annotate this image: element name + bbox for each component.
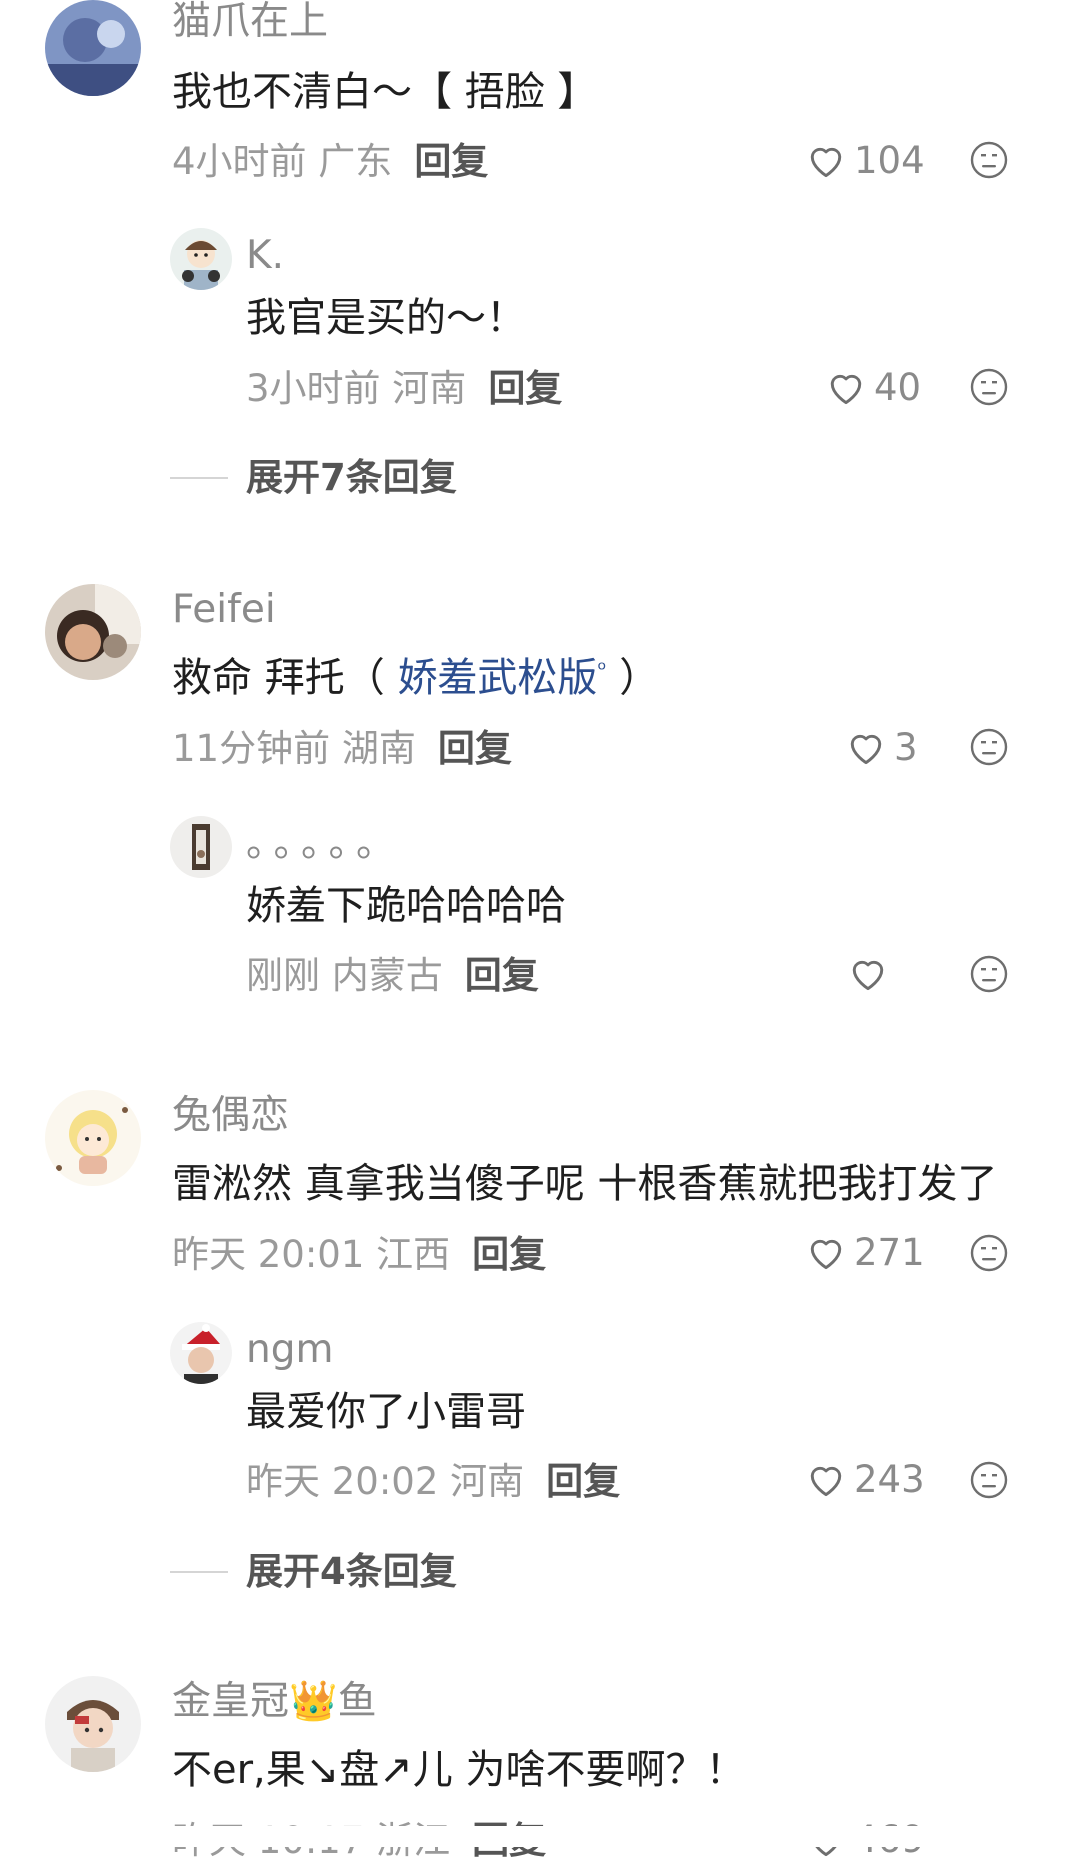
avatar[interactable] xyxy=(170,228,232,290)
reply-time-location: 昨天 20:02 河南 xyxy=(246,1460,525,1503)
comment-meta: 昨天 20:01 江西 回复 xyxy=(172,1236,546,1273)
like-count: 243 xyxy=(854,1457,925,1501)
comment-meta: 4小时前 广东 回复 xyxy=(172,143,488,180)
meh-face-icon[interactable] xyxy=(969,1460,1009,1500)
like-button[interactable]: 3 xyxy=(844,725,918,769)
comment-time-location: 昨天 20:01 江西 xyxy=(172,1233,451,1276)
reply-button[interactable]: 回复 xyxy=(465,954,539,997)
search-icon: ᵒ xyxy=(597,657,607,683)
reply-button[interactable]: 回复 xyxy=(414,140,488,183)
comment-text-prefix: 救命 拜托（ xyxy=(172,655,398,701)
comment-username-suffix: 鱼 xyxy=(337,1679,377,1724)
reply-meta: 昨天 20:02 河南 回复 xyxy=(246,1463,620,1500)
comment-username[interactable]: 兔偶恋 xyxy=(172,1096,289,1135)
avatar[interactable] xyxy=(45,584,141,680)
like-count: 40 xyxy=(874,365,922,409)
avatar[interactable] xyxy=(170,1322,232,1384)
reply-username[interactable]: ngm xyxy=(246,1330,333,1369)
reply-username[interactable]: K. xyxy=(246,236,284,275)
reply-text: 我官是买的～！ xyxy=(246,295,526,341)
reply-text: 最爱你了小雷哥 xyxy=(246,1389,526,1435)
heart-outline-icon xyxy=(850,734,882,765)
avatar[interactable] xyxy=(45,0,141,96)
comment-text: 雷淞然 真拿我当傻子呢 十根香蕉就把我打发了 xyxy=(172,1161,998,1207)
heart-outline-icon xyxy=(810,147,842,178)
meh-face-icon[interactable] xyxy=(969,1233,1009,1273)
divider-line xyxy=(170,1570,228,1573)
expand-replies-button[interactable]: 展开7条回复 xyxy=(170,459,457,496)
reply-text: 娇羞下跪哈哈哈哈 xyxy=(246,883,566,929)
reply-meta: 刚刚 内蒙古 回复 xyxy=(246,957,539,994)
like-button[interactable] xyxy=(846,951,896,995)
comment-username[interactable]: 猫爪在上 xyxy=(172,2,328,41)
meh-face-icon[interactable] xyxy=(969,954,1009,994)
bottom-edge xyxy=(0,1826,1080,1847)
topic-link-label: 娇羞武松版 xyxy=(397,655,598,701)
meh-face-icon[interactable] xyxy=(969,727,1009,767)
comment-text: 不er,果↘盘↗儿 为啥不要啊？！ xyxy=(172,1747,746,1793)
comment-meta: 11分钟前 湖南 回复 xyxy=(172,730,512,767)
expand-replies-label: 展开4条回复 xyxy=(246,1550,457,1593)
topic-link[interactable]: 娇羞武松版ᵒ xyxy=(397,655,606,701)
like-count: 3 xyxy=(894,725,918,769)
reply-button[interactable]: 回复 xyxy=(546,1460,620,1503)
reply-username[interactable]: 。。。。。 xyxy=(246,824,403,863)
reply-time-location: 3小时前 河南 xyxy=(246,367,467,410)
reply-button[interactable]: 回复 xyxy=(438,727,512,770)
like-count: 104 xyxy=(854,138,925,182)
comment-username[interactable]: 金皇冠👑鱼 xyxy=(172,1682,377,1721)
reply-button[interactable]: 回复 xyxy=(488,367,562,410)
avatar[interactable] xyxy=(45,1676,141,1772)
heart-outline-icon xyxy=(810,1239,842,1270)
reply-time-location: 刚刚 内蒙古 xyxy=(246,954,443,997)
heart-outline-icon xyxy=(830,374,862,405)
crown-icon: 👑 xyxy=(289,1679,338,1724)
comment-text: 救命 拜托（ 娇羞武松版ᵒ ） xyxy=(172,658,659,698)
reply-meta: 3小时前 河南 回复 xyxy=(246,370,562,407)
heart-outline-icon xyxy=(810,1466,842,1497)
reply-button[interactable]: 回复 xyxy=(472,1233,546,1276)
divider-line xyxy=(170,476,228,479)
meh-face-icon[interactable] xyxy=(969,140,1009,180)
comment-text-suffix: ） xyxy=(606,655,660,701)
comment-time-location: 4小时前 广东 xyxy=(172,140,393,183)
heart-outline-icon xyxy=(852,960,884,991)
expand-replies-label: 展开7条回复 xyxy=(246,456,457,499)
comment-username[interactable]: Feifei xyxy=(172,590,276,629)
meh-face-icon[interactable] xyxy=(969,367,1009,407)
like-button[interactable]: 40 xyxy=(824,365,921,409)
avatar[interactable] xyxy=(170,816,232,878)
like-button[interactable]: 243 xyxy=(804,1457,925,1501)
like-count: 271 xyxy=(854,1230,925,1274)
expand-replies-button[interactable]: 展开4条回复 xyxy=(170,1553,457,1590)
comment-username-prefix: 金皇冠 xyxy=(172,1679,290,1724)
like-button[interactable]: 104 xyxy=(804,138,925,182)
comment-time-location: 11分钟前 湖南 xyxy=(172,727,416,770)
like-button[interactable]: 271 xyxy=(804,1230,925,1274)
comment-text: 我也不清白～【 捂脸 】 xyxy=(172,69,598,115)
avatar[interactable] xyxy=(45,1090,141,1186)
